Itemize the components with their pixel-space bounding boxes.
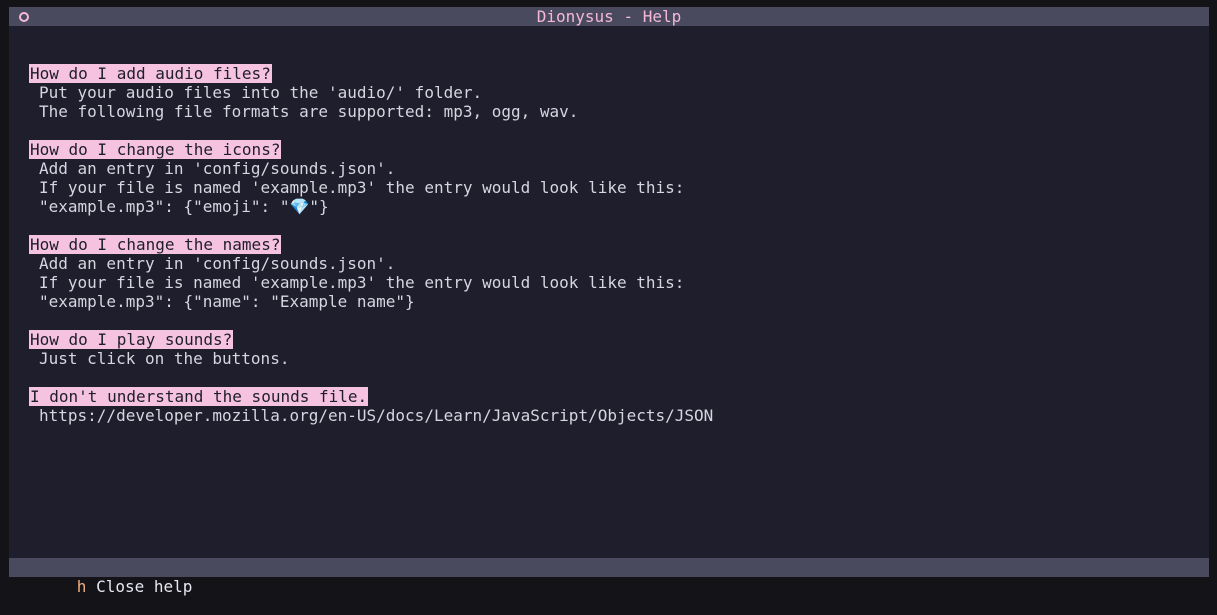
window-circle-icon[interactable]: [19, 12, 29, 22]
faq-answer-line: Add an entry in 'config/sounds.json'.: [39, 254, 396, 273]
faq-question: How do I change the names?: [29, 235, 282, 254]
close-help-label[interactable]: Close help: [96, 577, 192, 596]
help-content: How do I add audio files? Put your audio…: [29, 64, 1199, 444]
faq-question: I don't understand the sounds file.: [29, 387, 369, 406]
faq-answer-line: If your file is named 'example.mp3' the …: [39, 178, 685, 197]
faq-answer-line: If your file is named 'example.mp3' the …: [39, 273, 685, 292]
title-bar: Dionysus - Help: [9, 7, 1209, 26]
app-frame: Dionysus - Help How do I add audio files…: [0, 0, 1217, 596]
faq-question: How do I play sounds?: [29, 330, 234, 349]
faq-section-icons: How do I change the icons? Add an entry …: [29, 140, 1199, 216]
faq-question: How do I change the icons?: [29, 140, 282, 159]
json-docs-link[interactable]: https://developer.mozilla.org/en-US/docs…: [29, 406, 1199, 425]
faq-answer-line: Just click on the buttons.: [39, 349, 290, 368]
close-help-key[interactable]: h: [67, 577, 87, 596]
faq-answer-line: Add an entry in 'config/sounds.json'.: [39, 159, 396, 178]
faq-section-sounds-file: I don't understand the sounds file. http…: [29, 387, 1199, 425]
gem-icon: 💎: [289, 197, 310, 216]
faq-section-audio-files: How do I add audio files? Put your audio…: [29, 64, 1199, 121]
status-bar: h Close help: [9, 558, 1209, 596]
faq-answer-line: The following file formats are supported…: [39, 102, 579, 121]
faq-section-names: How do I change the names? Add an entry …: [29, 235, 1199, 311]
window-title: Dionysus - Help: [536, 7, 682, 26]
faq-code-example: "example.mp3": {"emoji": "💎"}: [29, 197, 1199, 216]
faq-section-play-sounds: How do I play sounds? Just click on the …: [29, 330, 1199, 368]
faq-question: How do I add audio files?: [29, 64, 272, 83]
code-prefix: "example.mp3": {"emoji": ": [39, 197, 290, 216]
faq-answer-line: Put your audio files into the 'audio/' f…: [39, 83, 483, 102]
faq-code-example: "example.mp3": {"name": "Example name"}: [39, 292, 415, 311]
help-window: Dionysus - Help How do I add audio files…: [9, 7, 1209, 596]
code-suffix: "}: [309, 197, 329, 216]
